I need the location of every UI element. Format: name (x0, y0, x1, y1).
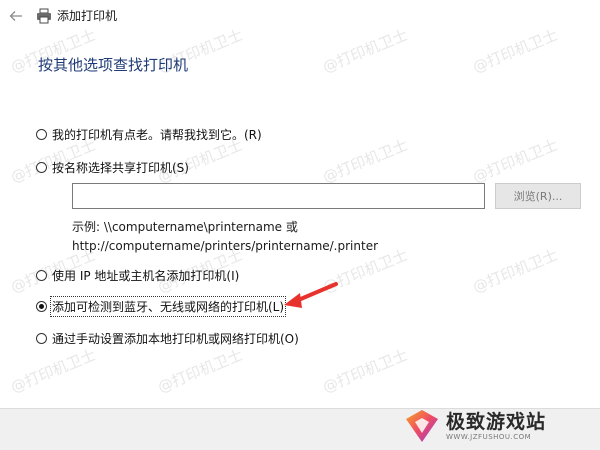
radio-button[interactable] (36, 333, 47, 344)
option-label: 添加可检测到蓝牙、无线或网络的打印机(L) (49, 296, 287, 317)
option-label: 通过手动设置添加本地打印机或网络打印机(O) (52, 332, 299, 346)
radio-button[interactable] (36, 129, 47, 140)
option-label: 使用 IP 地址或主机名添加打印机(I) (52, 269, 240, 283)
example-line-1: 示例: \\computername\printername 或 (72, 220, 298, 234)
watermark-text: @打印机卫士 (320, 345, 411, 397)
shared-printer-name-input[interactable] (72, 183, 485, 209)
watermark-text: @打印机卫士 (155, 345, 246, 397)
watermark-text: @打印机卫士 (8, 345, 99, 397)
radio-button[interactable] (36, 162, 47, 173)
logo-text: 极致游戏站 (446, 410, 547, 433)
example-text: 示例: \\computername\printername 或 http://… (72, 218, 378, 256)
example-line-2: http://computername/printers/printername… (72, 239, 379, 253)
site-logo: 极致游戏站 WWW.JZFUSHOU.COM (402, 406, 546, 446)
back-arrow-icon[interactable] (6, 6, 26, 26)
page-heading: 按其他选项查找打印机 (38, 56, 189, 74)
watermark-text: @打印机卫士 (470, 245, 561, 297)
option-old-printer[interactable]: 我的打印机有点老。请帮我找到它。(R) (36, 126, 262, 143)
annotation-arrow-icon (284, 282, 338, 308)
option-ip-address[interactable]: 使用 IP 地址或主机名添加打印机(I) (36, 267, 239, 284)
radio-button-selected[interactable] (36, 301, 47, 312)
printer-icon (36, 8, 52, 24)
logo-url: WWW.JZFUSHOU.COM (446, 432, 532, 441)
window-title: 添加打印机 (57, 9, 118, 23)
option-manual-local[interactable]: 通过手动设置添加本地打印机或网络打印机(O) (36, 330, 299, 347)
option-label: 按名称选择共享打印机(S) (52, 161, 189, 175)
title-bar: 添加打印机 (0, 0, 600, 34)
radio-button[interactable] (36, 270, 47, 281)
watermark-text: @打印机卫士 (320, 135, 411, 187)
option-shared-printer[interactable]: 按名称选择共享打印机(S) (36, 159, 189, 176)
browse-button[interactable]: 浏览(R)... (495, 183, 581, 209)
logo-icon (406, 410, 438, 442)
option-bluetooth-wireless-network[interactable]: 添加可检测到蓝牙、无线或网络的打印机(L) (36, 296, 287, 317)
option-label: 我的打印机有点老。请帮我找到它。(R) (52, 128, 262, 142)
watermark-text: @打印机卫士 (470, 135, 561, 187)
